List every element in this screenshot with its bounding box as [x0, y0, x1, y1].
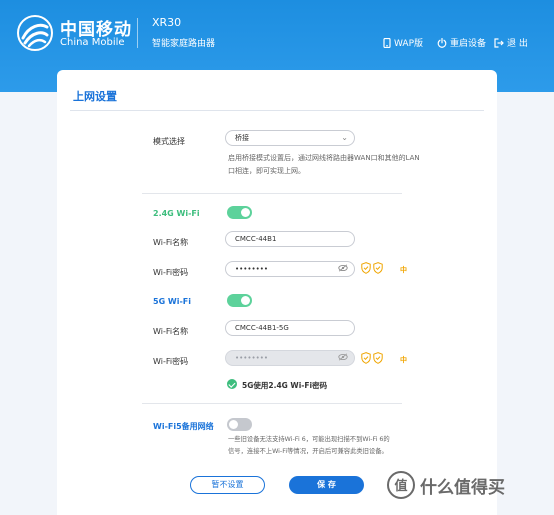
same-password-checkbox[interactable]: [227, 379, 237, 389]
logout-label: 退 出: [507, 39, 528, 49]
mode-description: 启用桥接模式设置后，通过网线将路由器WAN口和其他的LAN 口相连，即可实现上网…: [228, 152, 420, 178]
backup-network-note: 一些旧设备无法支持Wi-Fi 6，可能出现扫描不到Wi-Fi 6的 信号，连接不…: [228, 434, 390, 458]
wifi-24g-password-label: Wi-Fi密码: [153, 268, 189, 277]
power-icon: [437, 37, 447, 48]
wifi5-backup-toggle[interactable]: [227, 418, 252, 431]
shield-check-icon: [361, 262, 371, 274]
wifi-5g-toggle[interactable]: [227, 294, 252, 307]
watermark: 值 什么值得买: [386, 470, 505, 500]
page-title: 上网设置: [73, 90, 117, 103]
wifi-5g-section-label: 5G Wi-Fi: [153, 297, 192, 306]
wap-version-link[interactable]: WAP版: [383, 36, 423, 49]
mode-description-line: 口相连，即可实现上网。: [228, 167, 305, 175]
wifi-24g-name-value: CMCC-44B1: [235, 235, 277, 243]
mode-select-value: 桥接: [235, 134, 249, 142]
backup-note-line: 一些旧设备无法支持Wi-Fi 6，可能出现扫描不到Wi-Fi 6的: [228, 436, 390, 443]
skip-setup-button[interactable]: 暂不设置: [190, 476, 265, 494]
wifi-5g-password-strength: 中: [400, 356, 407, 364]
wifi-24g-toggle[interactable]: [227, 206, 252, 219]
wifi-5g-name-input[interactable]: CMCC-44B1-5G: [225, 320, 355, 336]
wifi-24g-password-strength: 中: [400, 266, 407, 274]
eye-hidden-icon[interactable]: [338, 264, 348, 272]
header-divider: [137, 18, 138, 48]
wifi-24g-name-label: Wi-Fi名称: [153, 238, 189, 247]
wifi-24g-section-label: 2.4G Wi-Fi: [153, 209, 200, 218]
phone-icon: [383, 37, 391, 48]
wifi-24g-name-input[interactable]: CMCC-44B1: [225, 231, 355, 247]
wifi-5g-password-value: ••••••••: [235, 354, 269, 362]
chevron-down-icon: ⌄: [341, 133, 348, 142]
save-button[interactable]: 保 存: [289, 476, 364, 494]
reboot-device-link[interactable]: 重启设备: [437, 36, 486, 49]
wifi-24g-password-value: ••••••••: [235, 265, 269, 273]
wap-version-label: WAP版: [394, 39, 423, 49]
china-mobile-logo: [17, 15, 53, 51]
device-model: XR30: [152, 16, 182, 29]
internet-settings-panel: 上网设置 模式选择 桥接 ⌄ 启用桥接模式设置后，通过网线将路由器WAN口和其他…: [57, 70, 497, 515]
wifi5-backup-label: Wi-Fi5备用网络: [153, 422, 214, 431]
mode-description-line: 启用桥接模式设置后，通过网线将路由器WAN口和其他的LAN: [228, 154, 420, 162]
shield-check-icon: [373, 352, 383, 364]
wifi-5g-password-label: Wi-Fi密码: [153, 357, 189, 366]
logout-icon: [494, 37, 504, 48]
logout-link[interactable]: 退 出: [494, 36, 528, 49]
watermark-logo: 值: [387, 471, 415, 499]
toggle-knob: [241, 296, 250, 305]
mode-select-label: 模式选择: [153, 137, 185, 146]
brand-name-en: China Mobile: [60, 37, 125, 48]
title-divider: [70, 110, 484, 111]
same-password-label: 5G使用2.4G Wi-Fi密码: [242, 381, 328, 390]
toggle-knob: [241, 208, 250, 217]
shield-check-icon: [361, 352, 371, 364]
section-divider: [142, 403, 402, 404]
shield-check-icon: [373, 262, 383, 274]
reboot-device-label: 重启设备: [450, 39, 487, 49]
wifi-5g-password-input: ••••••••: [225, 350, 355, 366]
backup-note-line: 信号，连接不上Wi-Fi等情况，开启后可兼容此类旧设备。: [228, 448, 388, 455]
mode-select[interactable]: 桥接 ⌄: [225, 130, 355, 146]
toggle-knob: [229, 420, 238, 429]
section-divider: [142, 193, 402, 194]
eye-hidden-icon: [338, 353, 348, 361]
watermark-symbol: 值: [394, 478, 407, 494]
watermark-text: 什么值得买: [420, 477, 505, 498]
wifi-5g-name-value: CMCC-44B1-5G: [235, 324, 289, 332]
product-name: 智能家庭路由器: [152, 39, 216, 49]
wifi-5g-name-label: Wi-Fi名称: [153, 327, 189, 336]
wifi-24g-password-input[interactable]: ••••••••: [225, 261, 355, 277]
